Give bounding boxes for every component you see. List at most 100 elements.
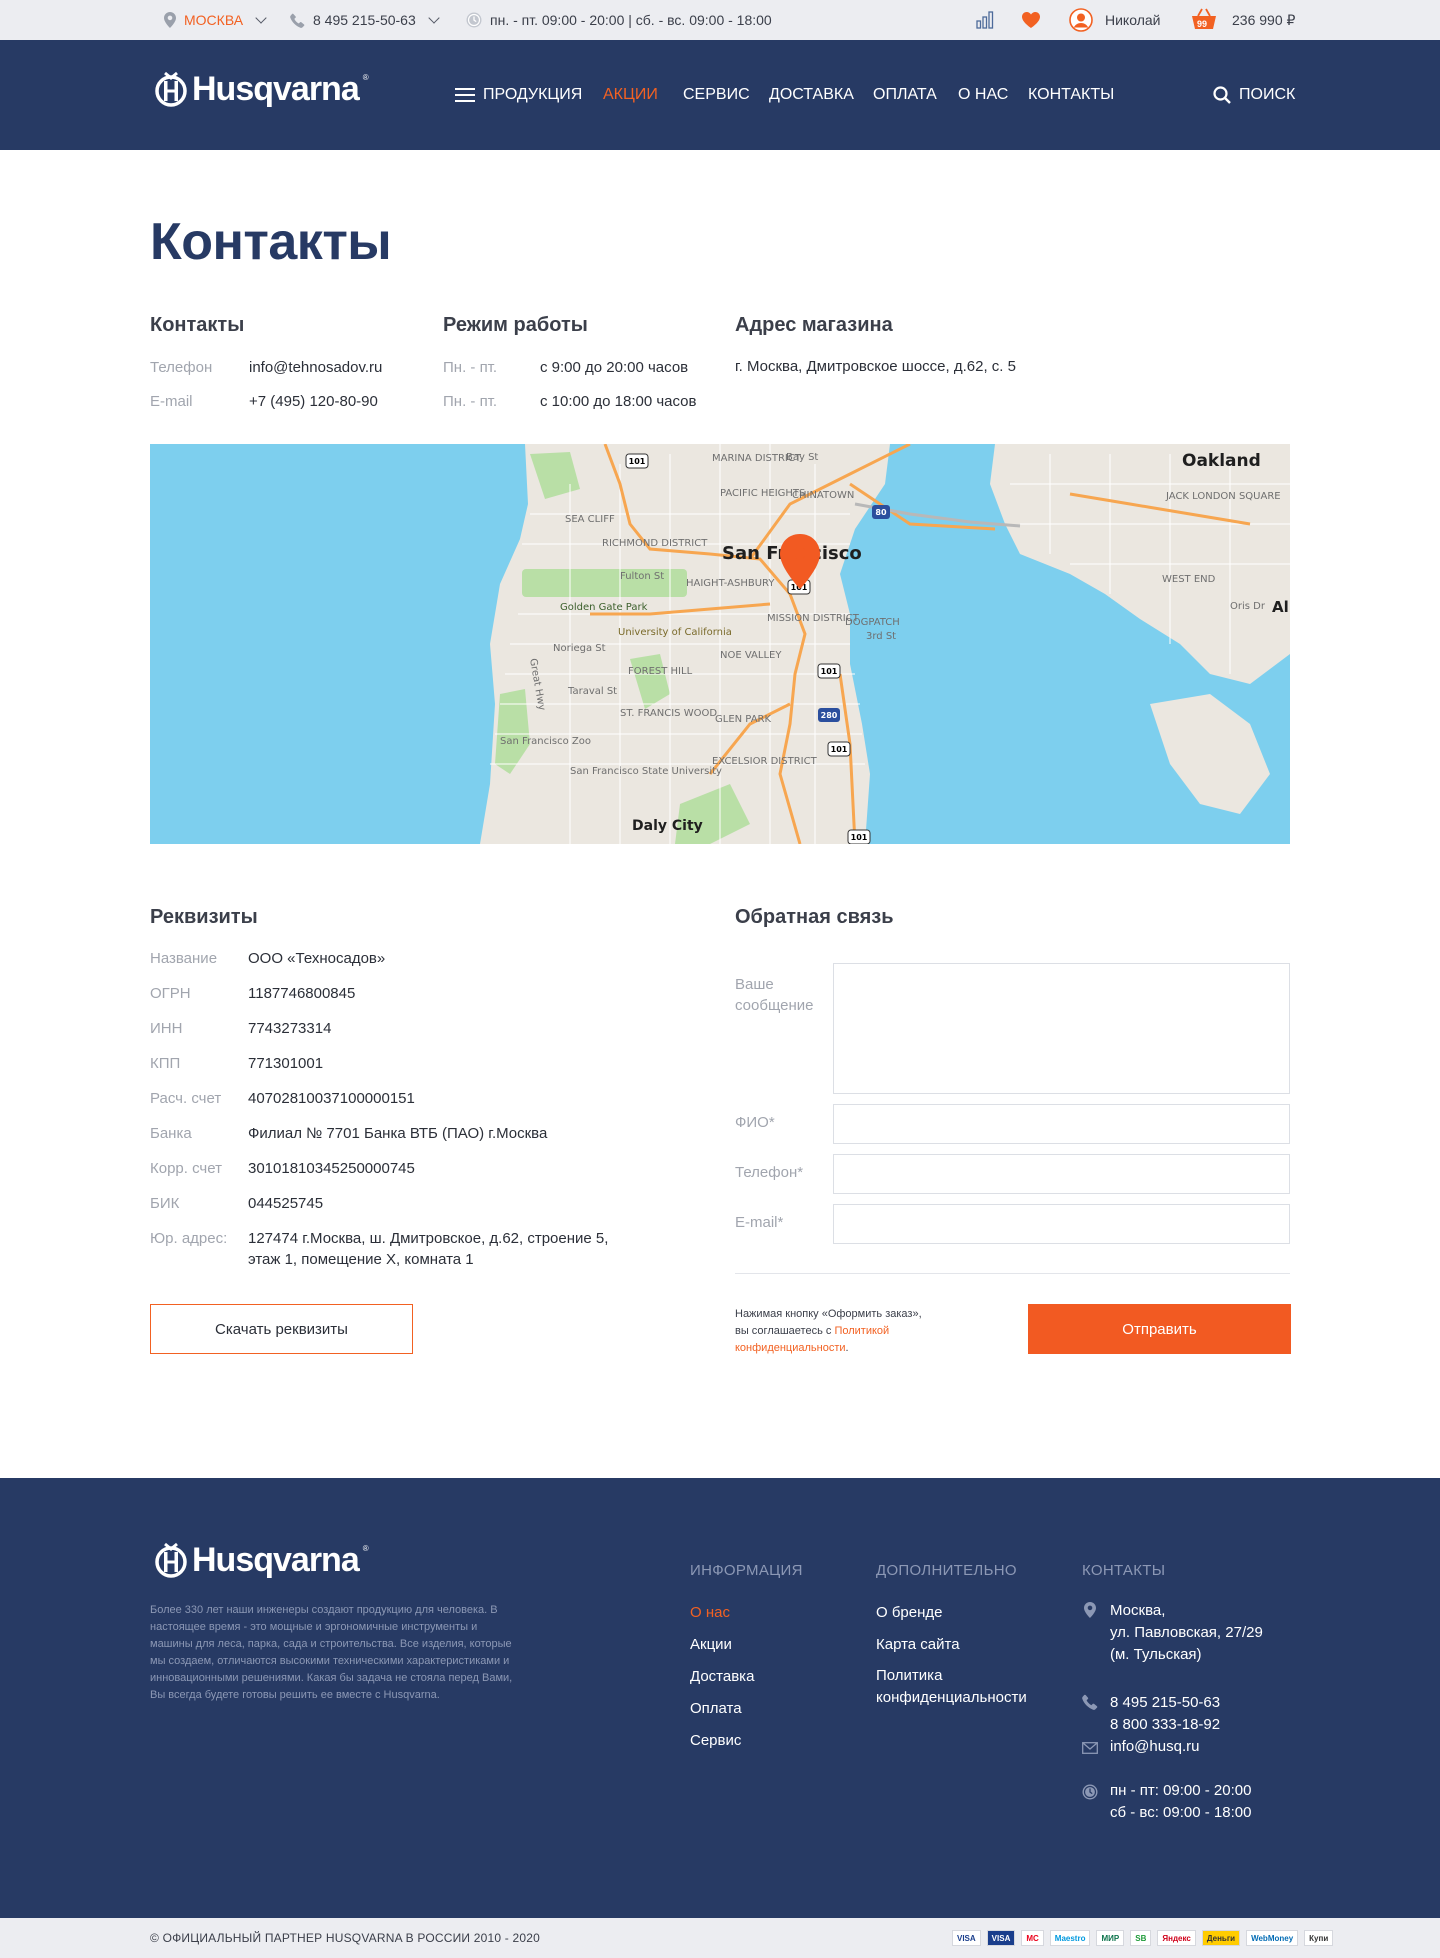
note-line: . xyxy=(845,1342,849,1354)
search-icon xyxy=(1213,86,1231,104)
search-label: ПОИСК xyxy=(1239,86,1296,103)
privacy-policy-link[interactable]: Политикой xyxy=(834,1325,889,1337)
header-phone: 8 495 215-50-63 xyxy=(313,12,416,28)
visa-icon: VISA xyxy=(952,1930,981,1946)
footer-link-promotions[interactable]: Акции xyxy=(690,1636,732,1653)
contacts-title: Контакты xyxy=(150,314,245,336)
nav-promotions[interactable]: АКЦИИ xyxy=(603,40,658,150)
link-line: Политика xyxy=(876,1667,943,1684)
mastercard-icon: MC xyxy=(1021,1930,1044,1946)
footer-hours: пн - пт: 09:00 - 20:00 сб - вс: 09:00 - … xyxy=(1110,1780,1251,1824)
name-input[interactable] xyxy=(833,1104,1290,1144)
row-value: 127474 г.Москва, ш. Дмитровское, д.62, с… xyxy=(248,1230,609,1247)
footer-extra-title: ДОПОЛНИТЕЛЬНО xyxy=(876,1562,1017,1579)
highway-shield: 101 xyxy=(629,457,646,466)
husqvarna-crown-icon xyxy=(155,1542,187,1578)
location-icon xyxy=(1084,1602,1096,1618)
basket-icon: 99 xyxy=(1190,8,1218,32)
email-value[interactable]: +7 (495) 120-80-90 xyxy=(249,393,378,410)
search-button[interactable]: ПОИСК xyxy=(1213,40,1295,150)
user-name: Николай xyxy=(1105,12,1161,28)
user-account[interactable]: Николай xyxy=(1069,0,1160,40)
nav-contacts[interactable]: КОНТАКТЫ xyxy=(1028,40,1114,150)
row-label: Телефон xyxy=(150,359,213,376)
nav-service[interactable]: СЕРВИС xyxy=(683,40,750,150)
row-value: 30101810345250000745 xyxy=(248,1160,415,1177)
footer-link-about[interactable]: О нас xyxy=(690,1604,730,1621)
envelope-icon xyxy=(1082,1742,1098,1754)
map-label: WEST END xyxy=(1162,574,1216,585)
row-label: ИНН xyxy=(150,1020,183,1037)
row-label: ОГРН xyxy=(150,985,191,1002)
footer-logo[interactable]: Husqvarna ® xyxy=(154,1540,369,1580)
nav-label: АКЦИИ xyxy=(603,86,658,103)
row-label: Пн. - пт. xyxy=(443,359,498,376)
footer-link-brand[interactable]: О бренде xyxy=(876,1604,943,1621)
main-nav: ПРОДУКЦИЯ АКЦИИ СЕРВИС ДОСТАВКА ОПЛАТА О… xyxy=(0,40,1440,150)
row-value: с 10:00 до 18:00 часов xyxy=(540,393,697,410)
nav-payment[interactable]: ОПЛАТА xyxy=(873,40,937,150)
map-label: University of California xyxy=(618,627,732,638)
footer-link-service[interactable]: Сервис xyxy=(690,1732,741,1749)
nav-about[interactable]: О НАС xyxy=(958,40,1008,150)
copyright: © ОФИЦИАЛЬНЫЙ ПАРТНЕР HUSQVARNA В РОССИИ… xyxy=(150,1931,541,1945)
nav-label: СЕРВИС xyxy=(683,86,750,103)
row-label: Пн. - пт. xyxy=(443,393,498,410)
map-label: San Francisco State University xyxy=(570,766,722,777)
download-requisites-button[interactable]: Скачать реквизиты xyxy=(150,1304,413,1354)
row-label: Корр. счет xyxy=(150,1160,222,1177)
city-name: МОСКВА xyxy=(184,12,244,28)
footer-address: Москва, ул. Павловская, 27/29 (м. Тульск… xyxy=(1110,1600,1263,1666)
map-label: San Francisco Zoo xyxy=(500,736,591,747)
footer-contacts-title: КОНТАКТЫ xyxy=(1082,1562,1166,1579)
row-label: БИК xyxy=(150,1195,180,1212)
nav-products[interactable]: ПРОДУКЦИЯ xyxy=(455,40,582,150)
map-label: NOE VALLEY xyxy=(720,650,782,661)
kupivkredit-icon: Купи xyxy=(1304,1930,1334,1946)
footer-phone[interactable]: 8 495 215-50-63 xyxy=(1110,1692,1220,1714)
map[interactable]: MARINA DISTRICT Bay St CHINATOWN PACIFIC… xyxy=(150,444,1290,844)
phone-value[interactable]: info@tehnosadov.ru xyxy=(249,359,382,376)
row-value: 044525745 xyxy=(248,1195,324,1212)
cart-link[interactable]: 99 236 990 ₽ xyxy=(1190,0,1295,40)
message-textarea[interactable] xyxy=(833,963,1290,1094)
footer-email[interactable]: info@husq.ru xyxy=(1110,1736,1199,1758)
phone-selector[interactable]: 8 495 215-50-63 xyxy=(290,0,440,40)
feedback-title: Обратная связь xyxy=(735,906,894,928)
nav-label: ДОСТАВКА xyxy=(769,86,854,103)
map-label: FOREST HILL xyxy=(628,666,693,677)
footer: Husqvarna ® Более 330 лет наши инженеры … xyxy=(0,1478,1440,1918)
row-label: Название xyxy=(150,950,218,967)
row-value: с 9:00 до 20:00 часов xyxy=(540,359,689,376)
location-icon xyxy=(164,12,176,28)
hours-line: пн - пт: 09:00 - 20:00 xyxy=(1110,1782,1252,1799)
map-label: SEA CLIFF xyxy=(565,514,615,525)
footer-link-privacy[interactable]: Политика конфиденциальности xyxy=(876,1665,1027,1709)
footer-link-payment[interactable]: Оплата xyxy=(690,1700,742,1717)
link-line: конфиденциальности xyxy=(876,1689,1027,1706)
email-input[interactable] xyxy=(833,1204,1290,1244)
visa-electron-icon: VISA xyxy=(986,1930,1016,1946)
city-selector[interactable]: МОСКВА xyxy=(164,0,267,40)
map-label: DOGPATCH xyxy=(845,617,900,628)
row-label: Юр. адрес: xyxy=(150,1230,228,1247)
highway-shield: 280 xyxy=(821,711,838,720)
nav-label: КОНТАКТЫ xyxy=(1028,86,1115,103)
footer-link-delivery[interactable]: Доставка xyxy=(690,1668,754,1685)
footer-link-sitemap[interactable]: Карта сайта xyxy=(876,1636,960,1653)
submit-button[interactable]: Отправить xyxy=(1028,1304,1291,1354)
sberbank-icon: SB xyxy=(1130,1930,1152,1946)
store-address: г. Москва, Дмитровское шоссе, д.62, с. 5 xyxy=(735,358,1016,375)
nav-delivery[interactable]: ДОСТАВКА xyxy=(769,40,854,150)
footer-phone[interactable]: 8 800 333-18-92 xyxy=(1110,1714,1220,1736)
nav-label: ОПЛАТА xyxy=(873,86,937,103)
name-label: ФИО* xyxy=(735,1114,775,1131)
highway-shield: 101 xyxy=(821,667,838,676)
consent-note: Нажимая кнопку «Оформить заказ», вы согл… xyxy=(735,1306,955,1357)
compare-link[interactable] xyxy=(976,0,994,40)
privacy-policy-link[interactable]: конфиденциальности xyxy=(735,1342,846,1354)
phone-input[interactable] xyxy=(833,1154,1290,1194)
phone-label: Телефон* xyxy=(735,1164,804,1181)
favorites-link[interactable] xyxy=(1022,0,1040,40)
main-header: Husqvarna ® ПРОДУКЦИЯ АКЦИИ СЕРВИС ДОСТА… xyxy=(0,40,1440,150)
